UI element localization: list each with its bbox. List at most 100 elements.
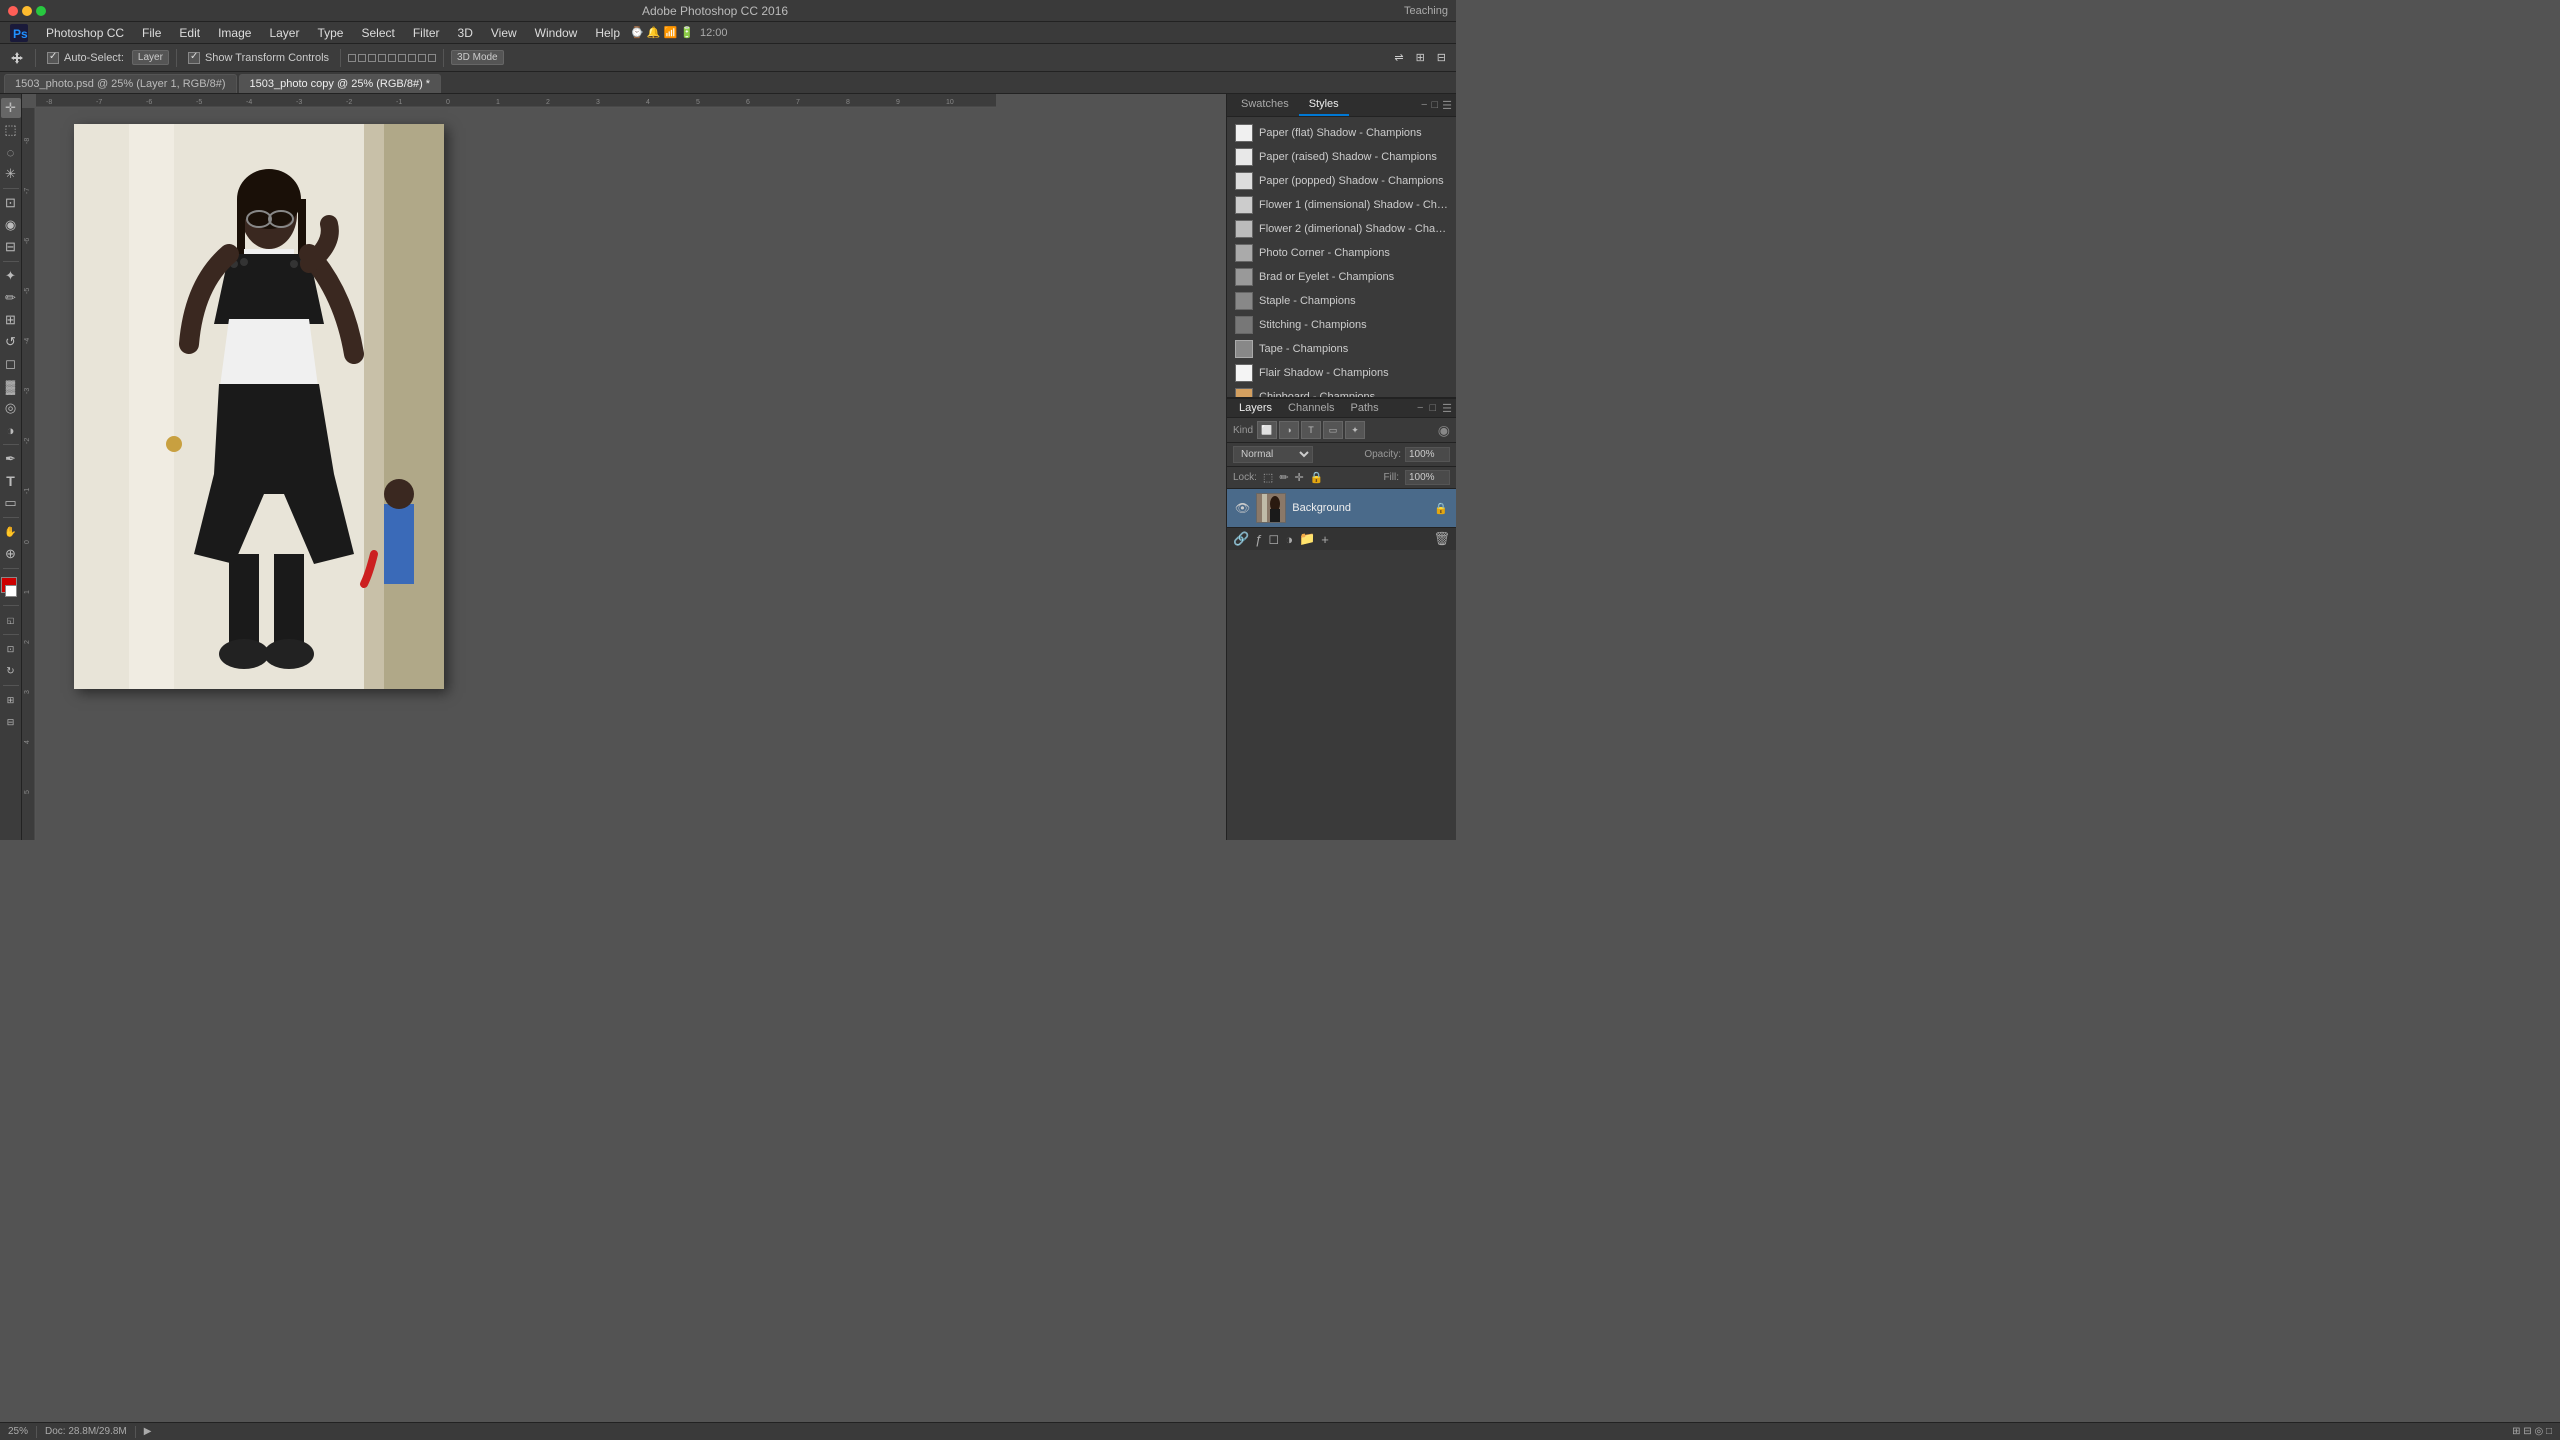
lock-transparent-icon[interactable]: ⬚ — [1263, 471, 1273, 484]
menu-type[interactable]: Type — [309, 24, 351, 42]
filter-kind-type[interactable]: T — [1301, 421, 1321, 439]
lock-position-icon[interactable]: ✛ — [1295, 471, 1304, 484]
move-tool[interactable]: ✛ — [1, 98, 21, 118]
marquee-tool[interactable]: ⬚ — [1, 120, 21, 140]
minimize-button[interactable] — [22, 6, 32, 16]
opacity-input[interactable] — [1405, 447, 1450, 462]
rotate-view[interactable]: ↻ — [1, 661, 21, 681]
menu-layer[interactable]: Layer — [261, 24, 307, 42]
workspace-selector[interactable]: Teaching — [1376, 5, 1456, 17]
brush-tool[interactable]: ✏ — [1, 288, 21, 308]
menu-window[interactable]: Window — [527, 24, 586, 42]
autoselect-check[interactable] — [47, 52, 59, 64]
blur-tool[interactable]: ◎ — [1, 398, 21, 418]
autoselect-checkbox[interactable]: Auto-Select: — [43, 50, 128, 66]
crop-tool[interactable]: ⊡ — [1, 193, 21, 213]
heal-tool[interactable]: ✦ — [1, 266, 21, 286]
filter-kind-smart[interactable]: ✦ — [1345, 421, 1365, 439]
extra-btn-2[interactable]: ⊟ — [1, 712, 21, 732]
tab-paths[interactable]: Paths — [1343, 399, 1387, 417]
panel-expand-btn[interactable]: □ — [1431, 99, 1438, 112]
fill-input[interactable] — [1405, 470, 1450, 485]
style-item[interactable]: Photo Corner - Champions — [1227, 241, 1456, 265]
canvas-area[interactable]: -8 -7 -6 -5 -4 -3 -2 -1 0 1 2 3 4 5 6 7 … — [22, 94, 1226, 840]
menu-image[interactable]: Image — [210, 24, 259, 42]
maximize-button[interactable] — [36, 6, 46, 16]
blend-mode-select[interactable]: Normal Multiply Screen — [1233, 446, 1313, 463]
text-tool[interactable]: T — [1, 471, 21, 491]
zoom-tool[interactable]: ⊕ — [1, 544, 21, 564]
menu-filter[interactable]: Filter — [405, 24, 448, 42]
layers-panel-btn-minus[interactable]: − — [1417, 402, 1423, 415]
new-group-btn[interactable]: 📁 — [1299, 531, 1315, 547]
lock-image-icon[interactable]: ✏ — [1279, 471, 1288, 484]
lasso-tool[interactable]: ◌ — [1, 142, 21, 162]
status-arrow[interactable]: ▶ — [144, 1426, 152, 1437]
style-item[interactable]: Paper (raised) Shadow - Champions — [1227, 145, 1456, 169]
tab-photo-psd[interactable]: 1503_photo.psd @ 25% (Layer 1, RGB/8#) — [4, 74, 237, 93]
menu-select[interactable]: Select — [353, 24, 402, 42]
style-item[interactable]: Paper (popped) Shadow - Champions — [1227, 169, 1456, 193]
distribute-icon[interactable]: ⊟ — [1433, 49, 1450, 66]
filter-kind-shape[interactable]: ▭ — [1323, 421, 1343, 439]
ruler-tool[interactable]: ⊟ — [1, 237, 21, 257]
menu-view[interactable]: View — [483, 24, 525, 42]
clone-tool[interactable]: ⊞ — [1, 310, 21, 330]
layer-visibility-icon[interactable]: 👁 — [1235, 501, 1250, 515]
layers-panel-btn-box[interactable]: □ — [1429, 402, 1436, 415]
layers-filter-toggle[interactable]: ◉ — [1438, 422, 1450, 439]
delete-layer-btn[interactable]: 🗑 — [1433, 531, 1450, 547]
style-item[interactable]: Tape - Champions — [1227, 337, 1456, 361]
panel-minimize-btn[interactable]: − — [1421, 99, 1427, 112]
align-icon[interactable]: ⊞ — [1412, 49, 1429, 66]
menu-file[interactable]: File — [134, 24, 169, 42]
style-item[interactable]: Flower 2 (dimerional) Shadow - Champions — [1227, 217, 1456, 241]
style-item[interactable]: Stitching - Champions — [1227, 313, 1456, 337]
style-item[interactable]: Flower 1 (dimensional) Shadow - Champion… — [1227, 193, 1456, 217]
tab-photo-copy[interactable]: 1503_photo copy @ 25% (RGB/8#) * — [239, 74, 442, 93]
3d-mode-btn[interactable]: 3D Mode — [451, 50, 504, 65]
layer-background[interactable]: 👁 Background 🔒 — [1227, 489, 1456, 527]
autoselect-dropdown[interactable]: Layer — [132, 50, 169, 65]
new-layer-btn[interactable]: + — [1321, 532, 1329, 547]
style-item[interactable]: Brad or Eyelet - Champions — [1227, 265, 1456, 289]
tab-layers[interactable]: Layers — [1231, 399, 1280, 417]
pen-tool[interactable]: ✒ — [1, 449, 21, 469]
style-item[interactable]: Paper (flat) Shadow - Champions — [1227, 121, 1456, 145]
color-selector[interactable] — [1, 577, 21, 601]
style-item[interactable]: Chipboard - Champions — [1227, 385, 1456, 397]
history-brush[interactable]: ↺ — [1, 332, 21, 352]
tab-styles[interactable]: Styles — [1299, 94, 1349, 116]
filter-kind-adjust[interactable]: ◑ — [1279, 421, 1299, 439]
menu-photoshop[interactable]: Photoshop CC — [38, 24, 132, 42]
style-item[interactable]: Flair Shadow - Champions — [1227, 361, 1456, 385]
filter-kind-pixel[interactable]: ⬜ — [1257, 421, 1277, 439]
panel-menu-btn[interactable]: ☰ — [1442, 99, 1452, 112]
photo-document[interactable] — [74, 124, 444, 689]
add-mask-btn[interactable]: ◻ — [1268, 531, 1279, 547]
arrange-icon[interactable]: ⇌ — [1390, 49, 1407, 66]
zoom-level[interactable]: 25% — [8, 1426, 28, 1437]
menu-3d[interactable]: 3D — [450, 24, 481, 42]
shape-tool[interactable]: ▭ — [1, 493, 21, 513]
eyedropper-tool[interactable]: ◉ — [1, 215, 21, 235]
transform-check[interactable] — [188, 52, 200, 64]
dodge-tool[interactable]: ◑ — [1, 420, 21, 440]
add-style-btn[interactable]: ƒ — [1255, 532, 1262, 547]
eraser-tool[interactable]: ◻ — [1, 354, 21, 374]
extra-btn-1[interactable]: ⊞ — [1, 690, 21, 710]
menu-help[interactable]: Help — [587, 24, 628, 42]
tab-swatches[interactable]: Swatches — [1231, 94, 1299, 116]
window-controls[interactable] — [0, 6, 54, 16]
close-button[interactable] — [8, 6, 18, 16]
hand-tool[interactable]: ✋ — [1, 522, 21, 542]
style-item[interactable]: Staple - Champions — [1227, 289, 1456, 313]
quick-mask-mode[interactable]: ◱ — [1, 610, 21, 630]
background-color[interactable] — [5, 585, 17, 597]
show-transform-controls[interactable]: Show Transform Controls — [184, 50, 333, 66]
lock-all-icon[interactable]: 🔒 — [1310, 471, 1324, 484]
new-adjustment-btn[interactable]: ◑ — [1285, 532, 1293, 547]
magic-wand-tool[interactable]: ✳ — [1, 164, 21, 184]
layers-panel-btn-menu[interactable]: ☰ — [1442, 402, 1452, 415]
link-layers-btn[interactable]: 🔗 — [1233, 531, 1249, 547]
